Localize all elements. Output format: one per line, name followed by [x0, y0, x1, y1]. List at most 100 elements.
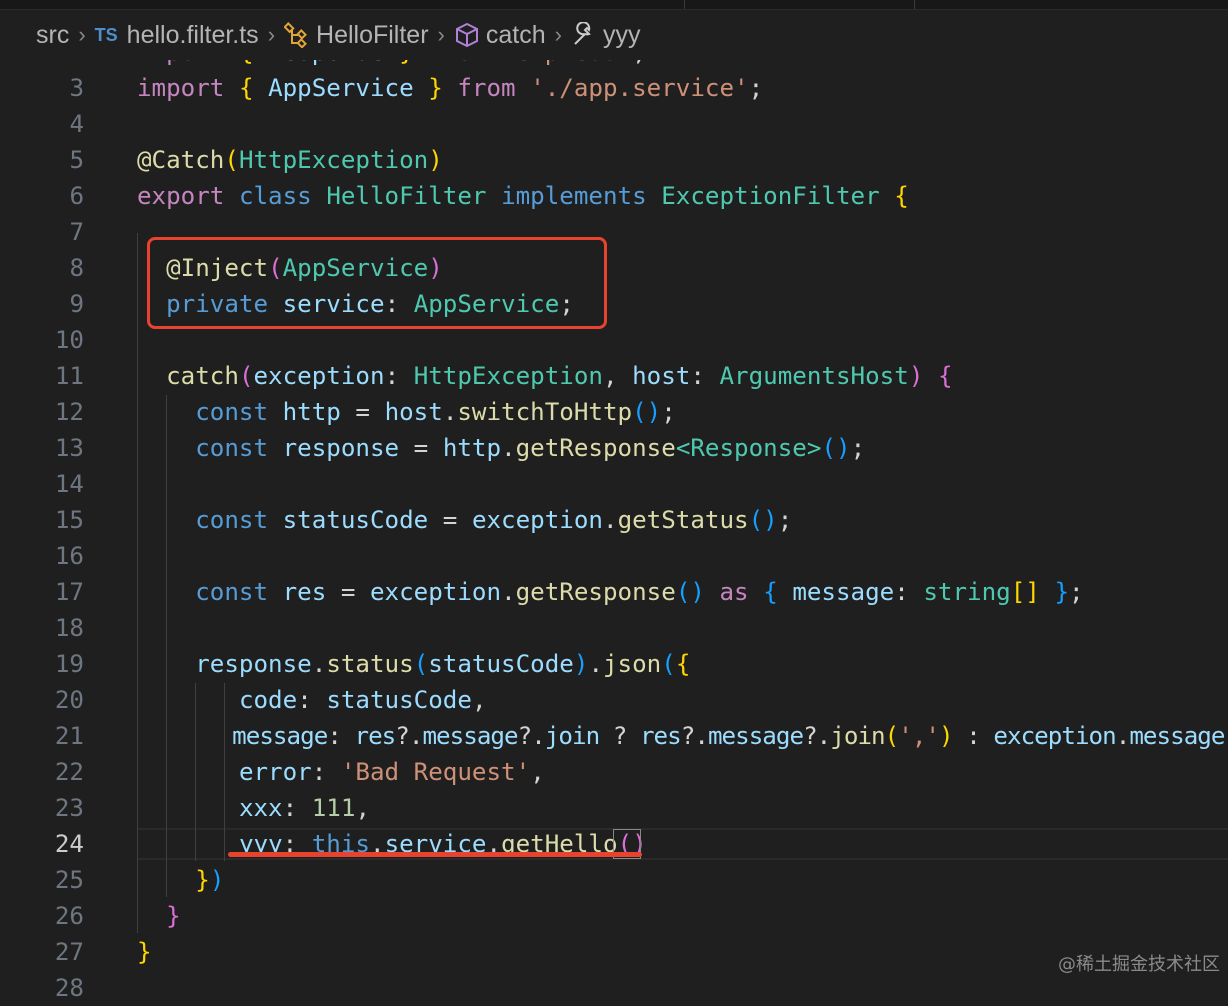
- code-line[interactable]: 15 const statusCode = exception.getStatu…: [0, 502, 1228, 538]
- breadcrumb-folder[interactable]: src: [36, 21, 69, 50]
- code-token: }: [166, 902, 181, 930]
- code-line[interactable]: 18: [0, 610, 1228, 646]
- code-token: res: [639, 722, 682, 750]
- code-text: export class HelloFilter implements Exce…: [137, 178, 909, 214]
- code-line[interactable]: 19 response.status(statusCode).json({: [0, 646, 1228, 682]
- code-line[interactable]: 22 error: 'Bad Request',: [0, 754, 1228, 790]
- code-token: ?.: [680, 722, 709, 750]
- code-token: .: [442, 398, 458, 426]
- code-token: xxx: [238, 794, 283, 822]
- breadcrumb-method[interactable]: catch: [486, 21, 546, 50]
- breadcrumb-property[interactable]: yyy: [603, 21, 641, 50]
- code-token: message: [422, 722, 518, 750]
- code-token: http: [282, 398, 341, 426]
- code-token: export: [137, 182, 225, 210]
- code-token: ;: [748, 74, 764, 102]
- chevron-right-icon: ›: [267, 22, 276, 47]
- code-token: :: [282, 794, 312, 822]
- line-number: 27: [54, 938, 84, 966]
- code-token: ): [939, 722, 954, 750]
- line-number: 14: [54, 470, 84, 498]
- code-line[interactable]: 26 }: [0, 898, 1228, 934]
- code-text: const statusCode = exception.getStatus()…: [137, 502, 792, 538]
- code-token: .: [501, 578, 516, 606]
- code-token: exception: [993, 722, 1116, 750]
- code-token: :: [894, 578, 924, 606]
- code-line[interactable]: 21 message: res?.message?.join ? res?.me…: [0, 718, 1228, 754]
- code-token: ?: [599, 722, 640, 750]
- tab-divider: [684, 0, 685, 9]
- code-token: :: [952, 722, 994, 750]
- code-text: }): [137, 862, 224, 898]
- typescript-file-icon: TS: [94, 24, 118, 45]
- code-line[interactable]: 5 @Catch(HttpException): [0, 142, 1228, 178]
- code-token: }: [428, 74, 443, 102]
- code-token: switchToHttp: [457, 398, 633, 426]
- code-line[interactable]: 3 import { AppService } from './app.servi…: [0, 70, 1228, 106]
- code-token: host: [632, 362, 691, 390]
- line-number: 26: [54, 902, 84, 930]
- line-number: 18: [54, 614, 84, 642]
- tab-strip: [0, 0, 1228, 10]
- line-number: 22: [54, 758, 84, 786]
- code-token: ?.: [517, 722, 546, 750]
- code-line[interactable]: 20 code: statusCode,: [0, 682, 1228, 718]
- code-line[interactable]: 28: [0, 970, 1228, 1006]
- code-line[interactable]: 12 const http = host.switchToHttp();: [0, 394, 1228, 430]
- breadcrumb: src › TS hello.filter.ts › HelloFilter ›…: [0, 10, 1228, 60]
- code-line[interactable]: 6 export class HelloFilter implements Exc…: [0, 178, 1228, 214]
- code-token: getStatus: [617, 506, 749, 534]
- line-number: 12: [54, 398, 84, 426]
- code-token: {: [675, 650, 691, 678]
- code-token: ?.: [395, 722, 423, 750]
- code-line[interactable]: 4: [0, 106, 1228, 142]
- code-token: class: [238, 182, 312, 210]
- code-token: (): [821, 434, 851, 462]
- breadcrumb-file[interactable]: hello.filter.ts: [127, 21, 259, 50]
- code-line[interactable]: 16: [0, 538, 1228, 574]
- code-line[interactable]: 11 catch(exception: HttpException, host:…: [0, 358, 1228, 394]
- code-token: {: [763, 578, 778, 606]
- code-text: }: [137, 934, 152, 970]
- code-token: ExceptionFilter: [661, 182, 880, 210]
- code-line[interactable]: 14: [0, 466, 1228, 502]
- code-line[interactable]: 17 const res = exception.getResponse() a…: [0, 574, 1228, 610]
- code-token: host: [384, 398, 443, 426]
- code-token: const: [195, 434, 269, 462]
- code-line[interactable]: 23 xxx: 111,: [0, 790, 1228, 826]
- code-token: exception: [253, 362, 385, 390]
- code-token: from: [457, 74, 516, 102]
- code-line[interactable]: 27}: [0, 934, 1228, 970]
- code-token: ): [573, 650, 589, 678]
- line-number: 19: [54, 650, 84, 678]
- code-token: :: [690, 362, 720, 390]
- code-token: statusCode: [428, 650, 574, 678]
- line-number: 10: [54, 326, 84, 354]
- code-token: <Response>: [675, 434, 822, 462]
- code-token: {: [238, 74, 254, 102]
- line-number: 5: [69, 146, 84, 174]
- code-line[interactable]: 25 }): [0, 862, 1228, 898]
- code-token: statusCode: [326, 686, 472, 714]
- code-token: status: [326, 650, 414, 678]
- code-line[interactable]: 13 const response = http.getResponse<Res…: [0, 430, 1228, 466]
- code-token: (: [884, 722, 900, 750]
- code-token: .: [603, 506, 618, 534]
- code-token: {: [894, 182, 909, 210]
- code-token: implements: [501, 182, 647, 210]
- code-token: ): [428, 146, 443, 174]
- code-token: }: [195, 866, 210, 894]
- code-token: statusCode: [282, 506, 429, 534]
- breadcrumb-class[interactable]: HelloFilter: [316, 21, 429, 50]
- code-token: ?.: [803, 722, 831, 750]
